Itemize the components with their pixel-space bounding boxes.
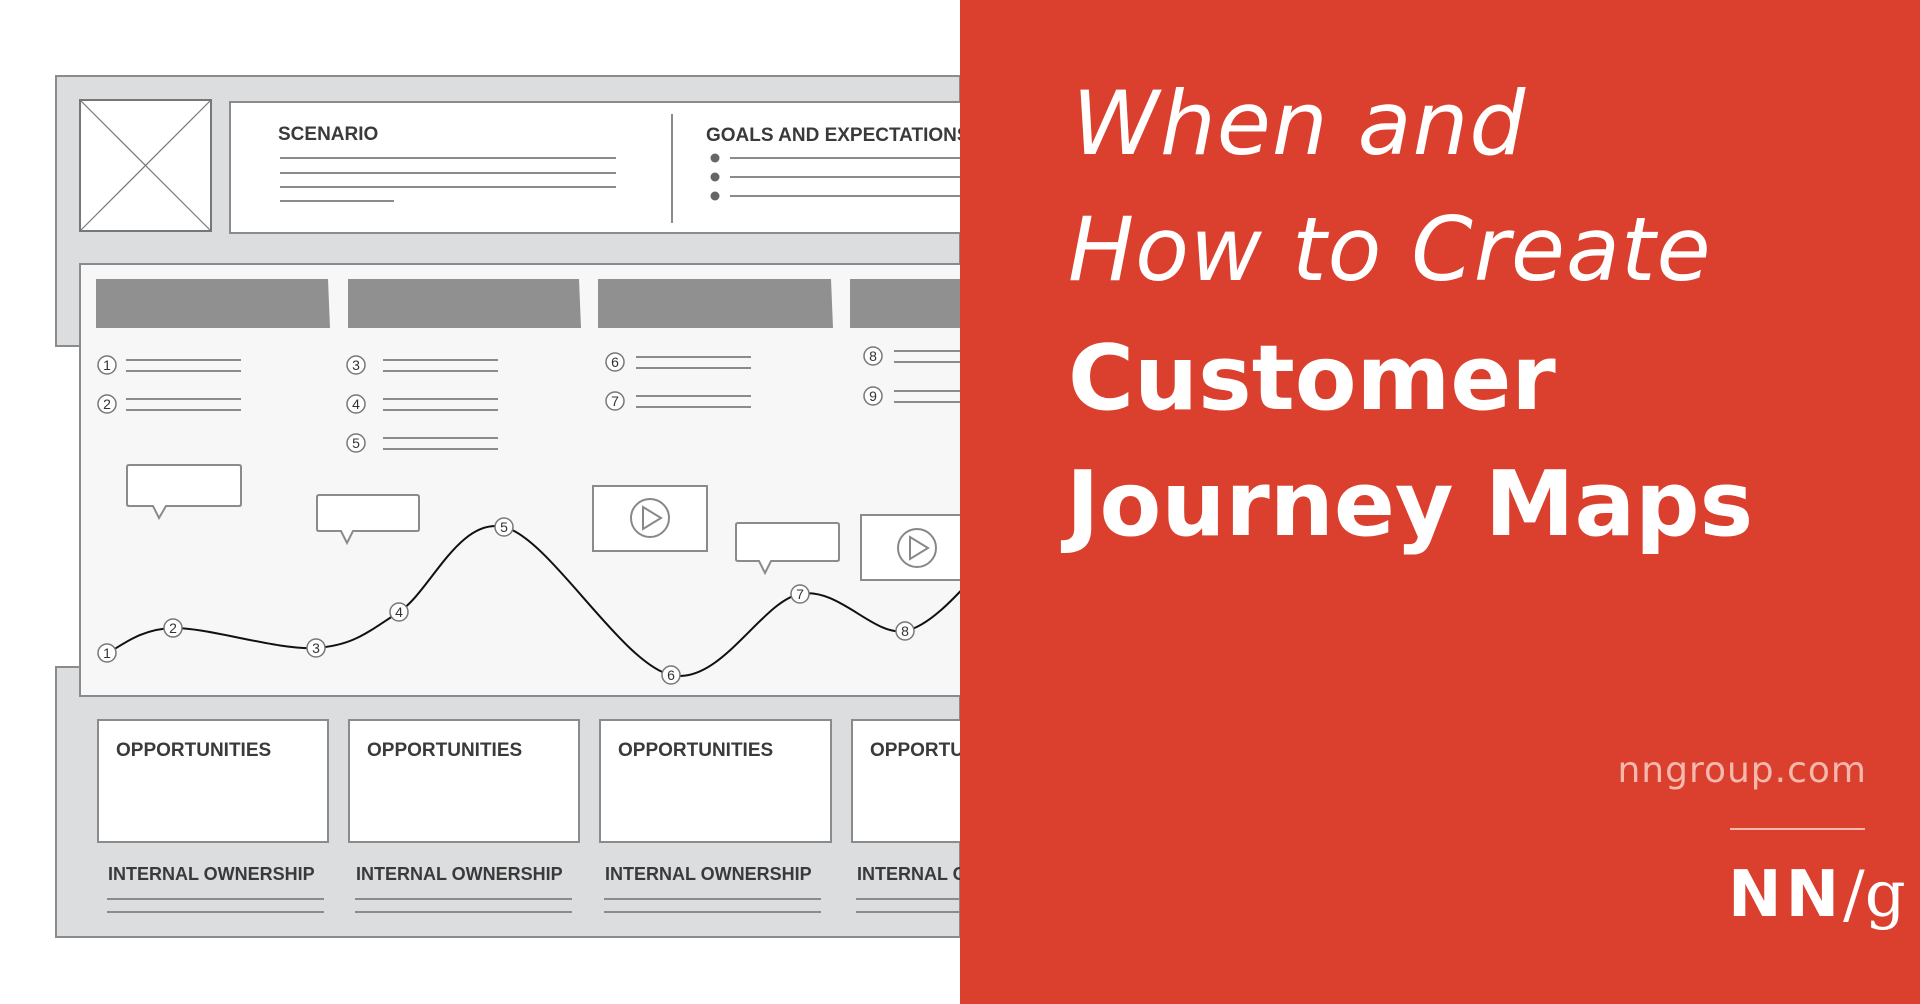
stage-headers: [96, 279, 960, 328]
image-placeholder-icon: [79, 99, 212, 232]
curve-point: 8: [895, 621, 915, 641]
goals-label: GOALS AND EXPECTATIONS: [706, 125, 960, 146]
play-video-icon[interactable]: [860, 514, 960, 581]
opportunities-column: OPPORTUNITIES INTERNAL OWNERSHIP: [851, 719, 960, 913]
step-number: 2: [103, 396, 111, 412]
opportunities-label: OPPORTUNITIES: [367, 740, 522, 761]
journey-map-illustration: SCENARIO GOALS AND EXPECTATIONS 1 2 3 4 5 6 7 8…: [55, 75, 960, 938]
step-number: 4: [352, 396, 360, 412]
internal-ownership-label: INTERNAL OWNERSHIP: [356, 864, 563, 884]
opportunities-label: OPPORTUNITIES: [116, 740, 271, 761]
headline-line-1: When and: [1072, 72, 1527, 175]
nng-logo: NN/g: [1728, 858, 1906, 932]
curve-point: 7: [790, 584, 810, 604]
scenario-label: SCENARIO: [278, 124, 378, 145]
svg-text:4: 4: [395, 604, 403, 620]
svg-text:1: 1: [103, 645, 111, 661]
svg-text:3: 3: [312, 640, 320, 656]
step-number: 8: [869, 348, 877, 364]
svg-text:7: 7: [796, 586, 804, 602]
svg-text:5: 5: [500, 519, 508, 535]
svg-text:2: 2: [169, 620, 177, 636]
curve-point: 2: [163, 618, 183, 638]
site-link[interactable]: nngroup.com: [1617, 750, 1867, 791]
step-number: 9: [869, 388, 877, 404]
curve-point: 6: [661, 665, 681, 685]
headline-line-3: Customer: [1068, 326, 1556, 431]
headline-line-2: How to Create: [1068, 198, 1712, 301]
headline-line-4: Journey Maps: [1066, 452, 1754, 557]
step-number: 6: [611, 354, 619, 370]
curve-point: 3: [306, 638, 326, 658]
play-video-icon[interactable]: [592, 485, 708, 552]
step-number: 7: [611, 393, 619, 409]
step-number: 3: [352, 357, 360, 373]
divider: [1730, 828, 1865, 830]
step-number: 1: [103, 357, 111, 373]
opportunities-label: OPPORTUNITIES: [870, 740, 960, 761]
step-number: 5: [352, 435, 360, 451]
title-panel: When and How to Create Customer Journey …: [960, 0, 1920, 1004]
opportunities-column: OPPORTUNITIES INTERNAL OWNERSHIP: [599, 719, 832, 913]
scenario-box: [229, 101, 960, 234]
internal-ownership-label: INTERNAL OWNERSHIP: [857, 864, 960, 884]
curve-point: 1: [97, 643, 117, 663]
svg-text:8: 8: [901, 623, 909, 639]
opportunities-label: OPPORTUNITIES: [618, 740, 773, 761]
curve-point: 5: [494, 517, 514, 537]
internal-ownership-label: INTERNAL OWNERSHIP: [108, 864, 315, 884]
opportunities-column: OPPORTUNITIES INTERNAL OWNERSHIP: [348, 719, 580, 913]
curve-point: 4: [389, 602, 409, 622]
opportunities-column: OPPORTUNITIES INTERNAL OWNERSHIP: [97, 719, 329, 913]
internal-ownership-label: INTERNAL OWNERSHIP: [605, 864, 812, 884]
svg-text:6: 6: [667, 667, 675, 683]
